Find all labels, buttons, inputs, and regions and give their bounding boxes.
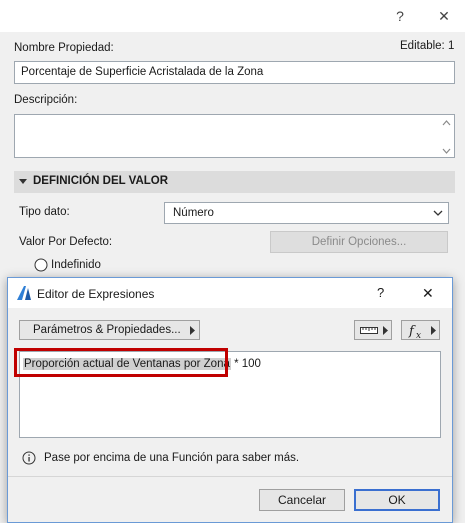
scroll-arrows-icon[interactable]: [442, 119, 451, 155]
define-options-button[interactable]: Definir Opciones...: [270, 231, 448, 253]
chevron-down-icon: [433, 210, 443, 216]
highlight-annotation-box: [14, 348, 228, 377]
function-fx-icon: f x: [408, 324, 421, 339]
expression-operator: * 100: [230, 358, 261, 370]
help-button[interactable]: ?: [386, 2, 414, 30]
property-name-label: Nombre Propiedad:: [14, 42, 114, 54]
expr-help-button[interactable]: ?: [377, 285, 384, 300]
expression-editor-title: Editor de Expresiones: [37, 287, 155, 301]
expression-editor-dialog: Editor de Expresiones ? ✕ Parámetros & P…: [7, 277, 453, 523]
divider: [8, 476, 452, 477]
parameters-properties-label: Parámetros & Propiedades...: [33, 324, 181, 336]
collapse-triangle-icon: [19, 179, 27, 184]
ruler-button[interactable]: [354, 320, 392, 340]
description-field[interactable]: [14, 114, 455, 158]
data-type-select[interactable]: Número: [164, 202, 449, 224]
info-icon: [22, 451, 36, 465]
property-name-field[interactable]: Porcentaje de Superficie Acristalada de …: [14, 61, 455, 84]
ruler-icon: [360, 327, 378, 334]
ok-button[interactable]: OK: [354, 489, 440, 511]
function-button[interactable]: f x: [401, 320, 440, 340]
undefined-radio-label: Indefinido: [51, 259, 101, 271]
data-type-label: Tipo dato:: [19, 206, 70, 218]
info-text: Pase por encima de una Función para sabe…: [44, 452, 300, 464]
value-definition-section[interactable]: DEFINICIÓN DEL VALOR: [14, 171, 455, 193]
cancel-button[interactable]: Cancelar: [259, 489, 345, 511]
dropdown-arrow-icon: [383, 326, 388, 335]
editable-count: Editable: 1: [400, 40, 455, 52]
property-name-value: Porcentaje de Superficie Acristalada de …: [21, 66, 264, 78]
submenu-arrow-icon: [190, 326, 195, 335]
close-button[interactable]: ✕: [430, 2, 458, 30]
expr-close-button[interactable]: ✕: [422, 285, 434, 302]
default-value-label: Valor Por Defecto:: [19, 236, 113, 248]
dropdown-arrow-icon: [431, 326, 436, 335]
parameters-properties-button[interactable]: Parámetros & Propiedades...: [19, 320, 200, 340]
archicad-logo-icon: [17, 286, 31, 300]
svg-text:x: x: [416, 331, 421, 339]
data-type-value: Número: [173, 207, 214, 219]
section-title: DEFINICIÓN DEL VALOR: [33, 175, 169, 187]
undefined-radio[interactable]: [34, 258, 48, 272]
svg-text:f: f: [408, 324, 416, 339]
description-label: Descripción:: [14, 94, 78, 106]
